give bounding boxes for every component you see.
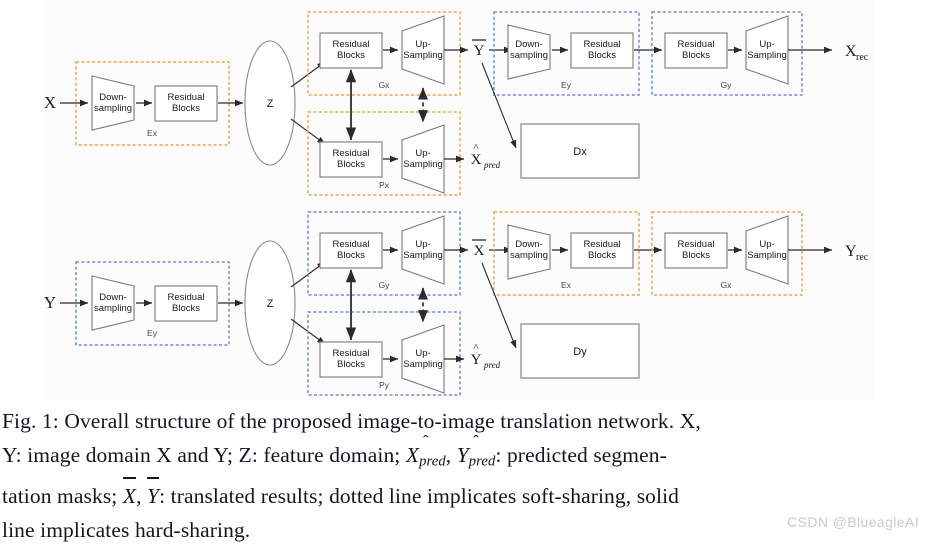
svg-text:pred: pred: [483, 160, 501, 170]
svg-text:rec: rec: [856, 52, 869, 63]
block-label-upsampling-py: Up-: [415, 348, 430, 359]
svg-text:X: X: [474, 243, 485, 259]
group-tag-gy-top: Gy: [721, 80, 733, 90]
group-tag-gx: Gx: [379, 80, 391, 90]
svg-text:rec: rec: [856, 252, 869, 263]
block-label-residual-exb-2: Blocks: [588, 250, 616, 261]
block-label-downsampling-exb: Down-: [515, 239, 542, 250]
svg-text:X: X: [471, 152, 482, 168]
block-label-residual-py: Residual: [333, 348, 370, 359]
block-label-residual-px: Residual: [333, 148, 370, 159]
watermark: CSDN @BlueagleAI: [787, 514, 919, 530]
block-label-residual-gyb-2: Blocks: [337, 250, 365, 261]
input-label-x: X: [44, 93, 56, 112]
group-tag-gy-bottom: Gy: [379, 280, 391, 290]
caption-line-1: Fig. 1: Overall structure of the propose…: [0, 404, 925, 438]
block-label-residual-ey-bottom-2: Blocks: [172, 303, 200, 314]
block-label-residual-px-2: Blocks: [337, 159, 365, 170]
block-label-upsampling-gy-top-2: Sampling: [747, 50, 787, 61]
block-label-residual-ex-top: Residual: [168, 92, 205, 103]
block-label-upsampling-gx: Up-: [415, 39, 430, 50]
label-y-bar: Y: [472, 39, 486, 59]
block-label-residual-gy-top-2: Blocks: [682, 50, 710, 61]
block-label-downsampling-top: Down-: [99, 92, 126, 103]
caption-line-3-b: ,: [136, 483, 148, 508]
svg-text:^: ^: [473, 342, 479, 354]
svg-text:Y: Y: [471, 352, 482, 368]
block-label-downsampling-ey-top: Down-: [515, 39, 542, 50]
group-tag-gx-bottom: Gx: [721, 280, 733, 290]
block-label-upsampling-gy-top: Up-: [759, 39, 774, 50]
block-label-downsampling-bottom-2: sampling: [94, 303, 132, 314]
svg-text:Y: Y: [474, 43, 485, 59]
block-label-downsampling-top-2: sampling: [94, 103, 132, 114]
figure-caption: Fig. 1: Overall structure of the propose…: [0, 404, 925, 548]
caption-line-2-a: Y: image domain X and Y; Z: feature doma…: [2, 443, 406, 467]
block-label-upsampling-gyb-2: Sampling: [403, 250, 443, 261]
label-x-pred: X ^ pred: [471, 142, 501, 170]
group-tag-ey-top: Ey: [561, 80, 572, 90]
group-tag-px: Px: [379, 180, 390, 190]
block-label-residual-ey-top-2: Blocks: [588, 50, 616, 61]
block-label-upsampling-gyb: Up-: [415, 239, 430, 250]
block-label-downsampling-exb-2: sampling: [510, 250, 548, 261]
block-label-upsampling-gxb: Up-: [759, 239, 774, 250]
caption-line-1-text: Fig. 1: Overall structure of the propose…: [2, 409, 701, 433]
group-tag-ex-top: Ex: [147, 128, 158, 138]
output-label-y-rec: Y rec: [845, 243, 869, 263]
block-label-residual-ex-top-2: Blocks: [172, 103, 200, 114]
block-label-residual-ey-bottom: Residual: [168, 292, 205, 303]
output-label-x-rec: X rec: [845, 43, 869, 63]
block-label-upsampling-px: Up-: [415, 148, 430, 159]
block-label-downsampling-bottom: Down-: [99, 292, 126, 303]
block-label-residual-gx-2: Blocks: [337, 50, 365, 61]
block-label-upsampling-px-2: Sampling: [403, 159, 443, 170]
block-label-residual-ey-top: Residual: [584, 39, 621, 50]
input-label-y: Y: [44, 293, 56, 312]
block-label-residual-gyb: Residual: [333, 239, 370, 250]
group-tag-ey-bottom: Ey: [147, 328, 158, 338]
latent-label-z-top: Z: [267, 98, 274, 110]
block-label-upsampling-gxb-2: Sampling: [747, 250, 787, 261]
label-x-bar: X: [472, 239, 486, 259]
block-label-residual-py-2: Blocks: [337, 359, 365, 370]
block-label-downsampling-ey-top-2: sampling: [510, 50, 548, 61]
symbol-y-hat-pred: ̂ Ypred: [456, 431, 496, 470]
block-label-residual-gxb: Residual: [678, 239, 715, 250]
svg-text:pred: pred: [483, 360, 501, 370]
block-label-upsampling-gx-2: Sampling: [403, 50, 443, 61]
group-tag-py: Py: [379, 380, 390, 390]
network-diagram: Ex X Down- sampling Residual Blocks Z Gx…: [44, 11, 869, 396]
label-y-pred: Y ^ pred: [471, 342, 501, 370]
block-label-residual-gxb-2: Blocks: [682, 250, 710, 261]
symbol-x-hat-pred: ̂ Xpred: [405, 431, 446, 470]
svg-text:^: ^: [473, 142, 479, 154]
caption-line-4-text: line implicates hard-sharing.: [2, 517, 251, 542]
block-label-residual-gy-top: Residual: [678, 39, 715, 50]
latent-label-z-bottom: Z: [267, 298, 274, 310]
block-label-upsampling-py-2: Sampling: [403, 359, 443, 370]
caption-line-2: Y: image domain X and Y; Z: feature doma…: [0, 431, 925, 479]
caption-line-2-b: ,: [445, 443, 457, 467]
caption-line-3-c: : translated results; dotted line implic…: [159, 483, 680, 508]
block-label-dx: Dx: [573, 146, 587, 158]
block-label-residual-gx: Residual: [333, 39, 370, 50]
caption-line-3: tation masks; X, Y: translated results; …: [0, 477, 925, 513]
group-tag-ex-bottom: Ex: [561, 280, 572, 290]
block-label-dy: Dy: [573, 346, 587, 358]
symbol-y-bar: Y: [147, 477, 160, 513]
block-label-residual-exb: Residual: [584, 239, 621, 250]
symbol-x-bar: X: [122, 477, 137, 513]
caption-line-2-c: : predicted segmen-: [495, 443, 667, 467]
caption-line-3-a: tation masks;: [2, 483, 123, 508]
